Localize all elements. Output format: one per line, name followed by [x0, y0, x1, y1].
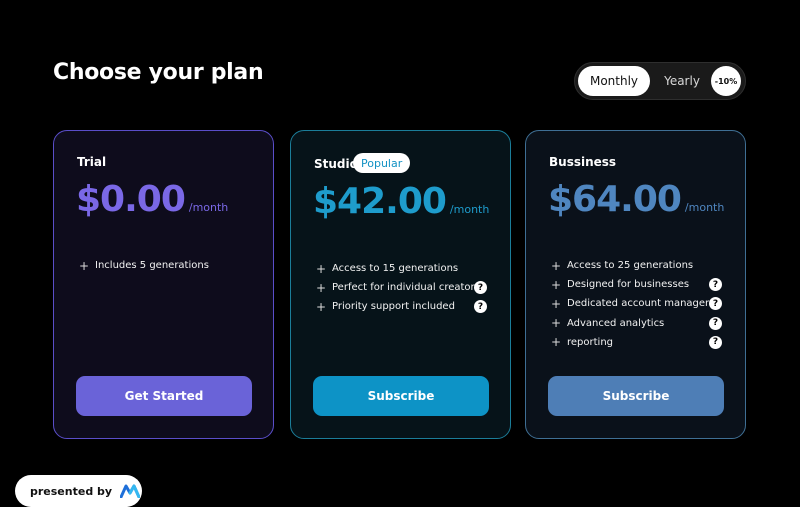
- presented-by-label: presented by: [30, 484, 113, 498]
- feature-item: + Includes 5 generations: [77, 256, 253, 275]
- feature-text: Perfect for individual creators: [332, 282, 480, 294]
- feature-text: Access to 15 generations: [332, 263, 459, 275]
- plan-price: $0.00 /month: [76, 179, 228, 220]
- help-icon[interactable]: ?: [709, 316, 722, 330]
- plan-card-studio: Studio Popular $42.00 /month + Access to…: [290, 130, 511, 439]
- feature-text: Dedicated account manager: [567, 298, 710, 310]
- plus-icon: +: [550, 296, 562, 311]
- plus-icon: +: [78, 258, 90, 273]
- help-icon[interactable]: ?: [709, 297, 722, 311]
- feature-text: Includes 5 generations: [95, 260, 209, 272]
- popular-badge: Popular: [353, 153, 411, 173]
- help-icon[interactable]: ?: [709, 335, 722, 349]
- help-icon[interactable]: ?: [474, 300, 487, 314]
- help-icon[interactable]: ?: [474, 281, 487, 295]
- plan-name: Studio: [314, 157, 358, 171]
- get-started-button[interactable]: Get Started: [76, 376, 252, 416]
- plan-card-business: Bussiness $64.00 /month + Access to 25 g…: [525, 130, 746, 439]
- feature-text: Access to 25 generations: [567, 260, 694, 272]
- feature-item: + Designed for businesses ?: [549, 275, 725, 294]
- plus-icon: +: [550, 335, 562, 350]
- feature-text: reporting: [567, 336, 614, 348]
- price-amount: $0.00: [76, 179, 186, 220]
- price-period: /month: [188, 201, 229, 214]
- price-period: /month: [684, 201, 725, 214]
- feature-item: + reporting ?: [549, 333, 725, 352]
- feature-list: + Access to 25 generations + Designed fo…: [549, 256, 725, 352]
- presented-by-badge[interactable]: presented by: [15, 475, 142, 507]
- feature-item: + Advanced analytics ?: [549, 314, 725, 333]
- page-title: Choose your plan: [53, 60, 264, 85]
- plan-price: $64.00 /month: [548, 179, 724, 220]
- feature-text: Advanced analytics: [567, 317, 665, 329]
- plus-icon: +: [550, 277, 562, 292]
- plan-name: Bussiness: [549, 155, 617, 169]
- subscribe-button-business[interactable]: Subscribe: [548, 376, 724, 416]
- help-icon[interactable]: ?: [709, 278, 722, 292]
- price-period: /month: [449, 203, 490, 216]
- plan-name: Trial: [77, 155, 107, 169]
- feature-item: + Dedicated account manager ?: [549, 294, 725, 313]
- plan-price: $42.00 /month: [313, 181, 489, 222]
- feature-item: + Perfect for individual creators ?: [314, 278, 490, 297]
- subscribe-button-studio[interactable]: Subscribe: [313, 376, 489, 416]
- price-amount: $42.00: [313, 181, 447, 222]
- brand-logo-icon: [120, 484, 141, 498]
- feature-item: + Access to 25 generations: [549, 256, 725, 275]
- plus-icon: +: [315, 299, 327, 314]
- yearly-discount-badge: -10%: [711, 66, 741, 96]
- plan-card-trial: Trial $0.00 /month + Includes 5 generati…: [53, 130, 274, 439]
- plus-icon: +: [550, 258, 562, 273]
- feature-list: + Access to 15 generations + Perfect for…: [314, 259, 490, 317]
- price-amount: $64.00: [548, 179, 682, 220]
- yearly-toggle-option[interactable]: Yearly: [657, 66, 707, 96]
- feature-item: + Priority support included ?: [314, 297, 490, 316]
- feature-text: Priority support included: [332, 301, 455, 313]
- billing-toggle: Monthly Yearly -10%: [574, 62, 746, 100]
- feature-text: Designed for businesses: [567, 279, 690, 291]
- feature-list: + Includes 5 generations: [77, 256, 253, 275]
- plus-icon: +: [550, 316, 562, 331]
- plus-icon: +: [315, 261, 327, 276]
- plus-icon: +: [315, 280, 327, 295]
- feature-item: + Access to 15 generations: [314, 259, 490, 278]
- monthly-toggle-option[interactable]: Monthly: [578, 66, 650, 96]
